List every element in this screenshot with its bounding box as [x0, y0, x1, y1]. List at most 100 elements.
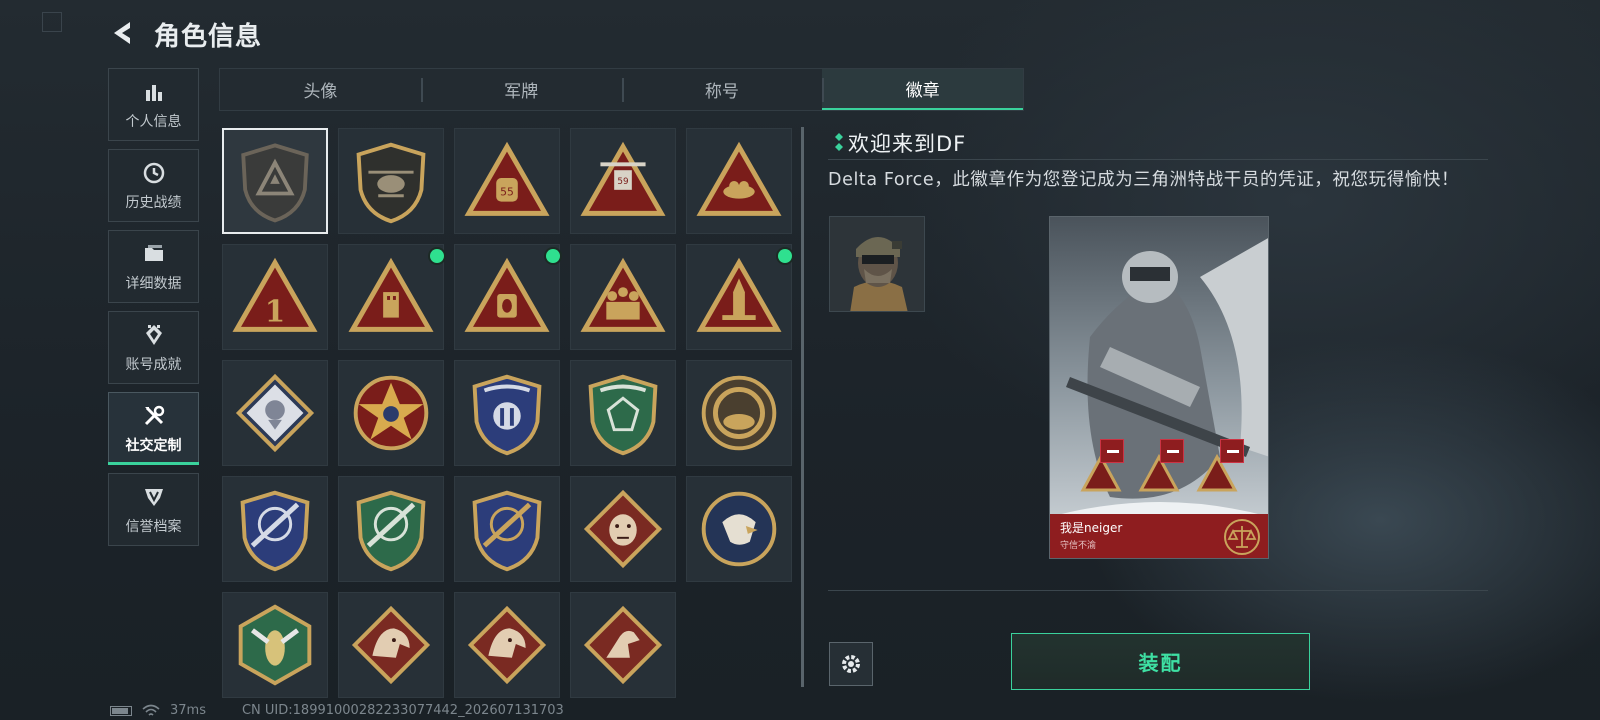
mask-badge-icon	[464, 257, 550, 332]
equip-button[interactable]: 装配	[1011, 633, 1310, 690]
oyster-badge-icon	[701, 375, 777, 451]
blue-rifle-badge-icon	[240, 490, 310, 572]
new-indicator-dot	[778, 249, 792, 263]
sidebar-item-achievements[interactable]: 账号成就	[108, 311, 199, 384]
sidebar-item-label: 历史战绩	[125, 194, 182, 211]
sidebar-item-label: 信誉档案	[125, 518, 182, 535]
new-indicator-dot	[546, 249, 560, 263]
sidebar-item-social[interactable]: 社交定制	[108, 392, 199, 465]
runner-badge[interactable]	[570, 592, 676, 698]
tools-icon	[144, 405, 164, 425]
dragon-badge-2[interactable]	[454, 592, 560, 698]
sidebar-item-label: 个人信息	[125, 113, 182, 130]
tab-title[interactable]: 称号	[621, 69, 823, 110]
wasp-badge[interactable]	[222, 592, 328, 698]
battery-icon	[110, 705, 132, 716]
usb-badge[interactable]	[338, 244, 444, 350]
divider	[828, 159, 1488, 160]
status-bar: 37ms CN UID:1899100028223307744​2_202607…	[110, 703, 564, 718]
nest-badge[interactable]	[686, 128, 792, 234]
bear-badge-icon	[583, 489, 663, 569]
blue-rifle-badge[interactable]	[222, 476, 328, 582]
gold-rifle-badge[interactable]	[454, 476, 560, 582]
nest-badge-icon	[696, 141, 782, 216]
divider	[828, 590, 1488, 591]
oyster-badge[interactable]	[686, 360, 792, 466]
sidebar-item-reputation[interactable]: 信誉档案	[108, 473, 199, 546]
soldiers-badge-icon	[580, 257, 666, 332]
back-arrow-icon	[114, 22, 130, 44]
svg-text:1: 1	[265, 294, 285, 329]
rocket-badge-icon	[696, 257, 782, 332]
avatar[interactable]	[829, 216, 925, 312]
wifi-icon	[142, 704, 160, 716]
dragon-badge[interactable]	[338, 592, 444, 698]
drone-59-badge[interactable]: 59	[570, 128, 676, 234]
bar-chart-icon	[145, 84, 162, 101]
diamond-marker-icon	[835, 133, 843, 151]
tab-badge[interactable]: 徽章	[822, 69, 1023, 110]
sidebar-item-details[interactable]: 详细数据	[108, 230, 199, 303]
drone-59-badge-icon: 59	[580, 141, 666, 216]
sidebar-item-personal-info[interactable]: 个人信息	[108, 68, 199, 141]
scrollbar[interactable]	[801, 127, 804, 687]
uid-text: CN UID:1899100028223307744​2_20260713170…	[241, 703, 564, 718]
usb-badge-icon	[348, 257, 434, 332]
badge-description: Delta Force，此徽章作为您登记成为三角洲特战干员的凭证，祝您玩得愉快！	[828, 170, 1460, 190]
eagle-badge[interactable]	[686, 476, 792, 582]
green-gem-badge[interactable]	[570, 360, 676, 466]
number-one-badge[interactable]: 1	[222, 244, 328, 350]
gold-rifle-badge-icon	[472, 490, 542, 572]
number-one-badge-icon: 1	[232, 257, 318, 332]
green-rifle-badge[interactable]	[338, 476, 444, 582]
page-title: 角色信息	[154, 22, 263, 52]
folder-icon	[144, 244, 163, 261]
star-badge-icon	[353, 375, 429, 451]
back-button[interactable]	[108, 18, 138, 48]
bear-badge[interactable]	[570, 476, 676, 582]
blue-shield-badge-icon	[472, 374, 542, 456]
sidebar-item-label: 社交定制	[125, 437, 182, 454]
ping-text: 37ms	[170, 703, 206, 718]
achievement-icon	[145, 324, 162, 345]
blue-shield-badge[interactable]	[454, 360, 560, 466]
corner-mark	[42, 12, 62, 32]
bag-55-badge-icon: 55	[464, 141, 550, 216]
remove-badge-button[interactable]	[1220, 439, 1244, 463]
helicopter-badge-icon	[356, 142, 426, 224]
sidebar-item-label: 账号成就	[125, 356, 182, 373]
tab-avatar[interactable]: 头像	[220, 69, 421, 110]
bag-55-badge[interactable]: 55	[454, 128, 560, 234]
svg-text:55: 55	[500, 186, 514, 199]
remove-badge-button[interactable]	[1100, 439, 1124, 463]
sidebar-item-label: 详细数据	[125, 275, 182, 292]
runner-badge-icon	[583, 605, 663, 685]
dragon-badge-2-icon	[467, 605, 547, 685]
tab-bar: 头像 军牌 称号 徽章	[219, 68, 1024, 111]
player-card: 我是neiger 守信不渝	[1049, 216, 1269, 559]
settings-button[interactable]	[829, 642, 873, 686]
delta-logo-badge[interactable]	[222, 128, 328, 234]
operator-illustration	[1050, 217, 1268, 558]
badge-title: 欢迎来到DF	[848, 132, 967, 156]
delta-logo-badge-icon	[241, 143, 309, 223]
rose-badge-icon	[235, 373, 315, 453]
sidebar-item-history[interactable]: 历史战绩	[108, 149, 199, 222]
rocket-badge[interactable]	[686, 244, 792, 350]
dragon-badge-icon	[351, 605, 431, 685]
star-badge[interactable]	[338, 360, 444, 466]
soldiers-badge[interactable]	[570, 244, 676, 350]
tab-dog-tag[interactable]: 军牌	[420, 69, 622, 110]
wasp-badge-icon	[238, 604, 312, 686]
green-rifle-badge-icon	[356, 490, 426, 572]
eagle-badge-icon	[701, 491, 777, 567]
remove-badge-button[interactable]	[1160, 439, 1184, 463]
mask-badge[interactable]	[454, 244, 560, 350]
new-indicator-dot	[430, 249, 444, 263]
rose-badge[interactable]	[222, 360, 328, 466]
svg-text:59: 59	[617, 177, 628, 187]
reputation-icon	[144, 488, 163, 506]
card-name-bar: 我是neiger 守信不渝	[1050, 514, 1268, 558]
scales-emblem-icon	[1224, 519, 1260, 555]
helicopter-badge[interactable]	[338, 128, 444, 234]
